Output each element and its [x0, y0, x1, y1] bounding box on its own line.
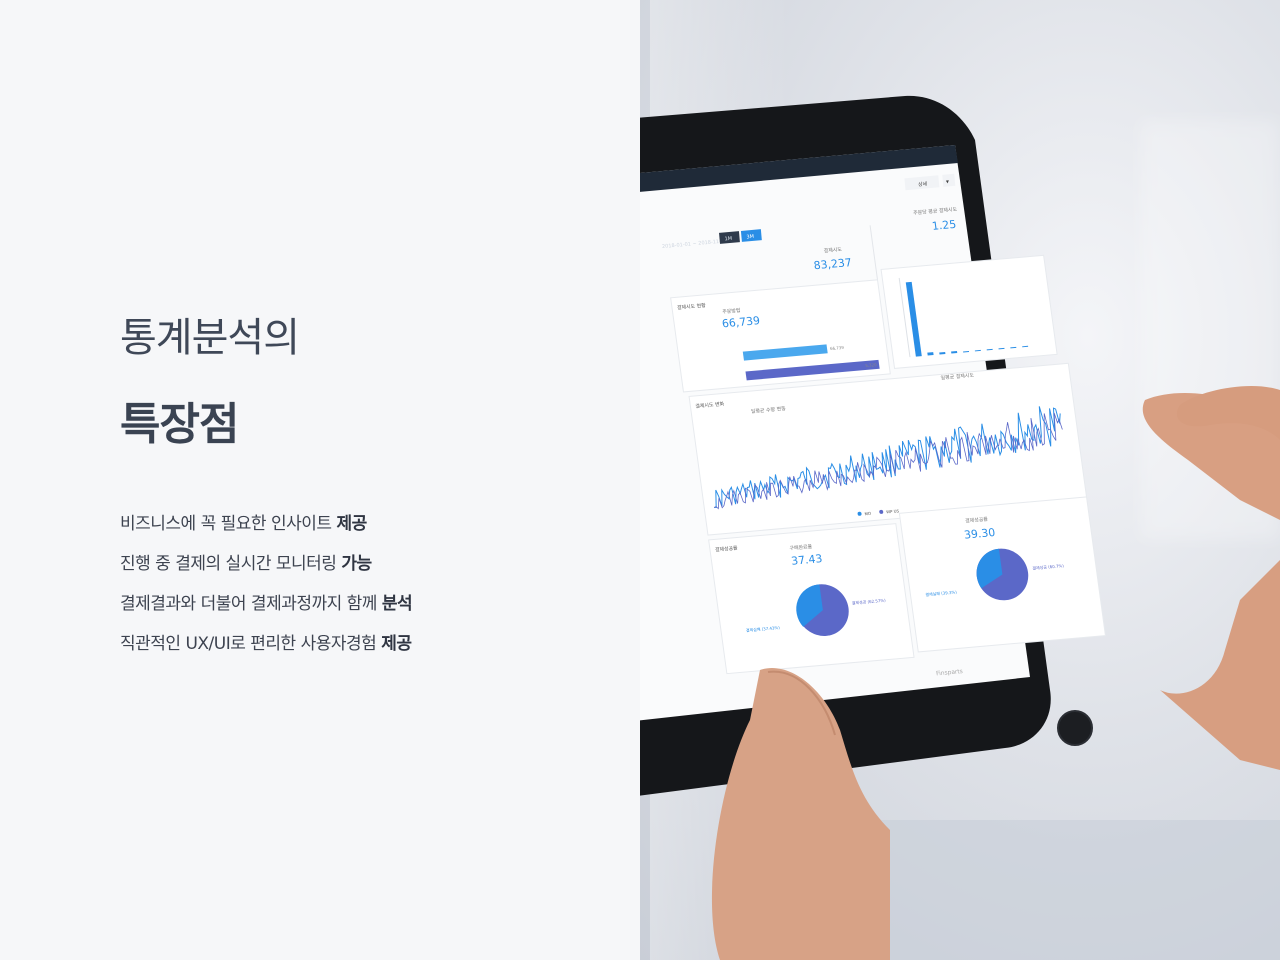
feature-item: 직관적인 UX/UI로 편리한 사용자경험 제공	[120, 634, 412, 654]
photo-panel: 2018-01-01 ~ 2018-11-30 1M 3M 상세 ▾ 결제시도 …	[640, 0, 1280, 960]
rate-left-value: 37.43	[790, 552, 823, 568]
svg-text:MO: MO	[864, 511, 871, 517]
svg-text:1M: 1M	[724, 236, 732, 243]
home-button-icon[interactable]	[1057, 710, 1093, 746]
feature-list: 비즈니스에 꼭 필요한 인사이트 제공 진행 중 결제의 실시간 모니터링 가능…	[120, 510, 413, 670]
stat-avg-value: 1.25	[931, 218, 957, 233]
rate-right-value: 39.30	[963, 526, 996, 542]
feature-item: 결제결과와 더불어 결제과정까지 함께 분석	[120, 594, 413, 614]
feature-item: 비즈니스에 꼭 필요한 인사이트 제공	[120, 514, 367, 534]
page-title-line2: 특장점	[120, 399, 239, 450]
mini-bar	[927, 352, 934, 356]
tablet-photo: 2018-01-01 ~ 2018-11-30 1M 3M 상세 ▾ 결제시도 …	[640, 95, 1280, 960]
text-panel: 통계분석의 특장점 비즈니스에 꼭 필요한 인사이트 제공 진행 중 결제의 실…	[0, 0, 640, 960]
right-palm	[1160, 560, 1280, 770]
svg-text:5,320: 5,320	[865, 362, 877, 368]
page-title-line1: 통계분석의	[120, 315, 300, 361]
feature-item: 진행 중 결제의 실시간 모니터링 가능	[120, 554, 372, 574]
svg-text:▾: ▾	[946, 178, 950, 185]
tablet: 2018-01-01 ~ 2018-11-30 1M 3M 상세 ▾ 결제시도 …	[640, 95, 1106, 796]
svg-text:상세: 상세	[918, 180, 928, 188]
svg-text:3M: 3M	[746, 234, 754, 241]
